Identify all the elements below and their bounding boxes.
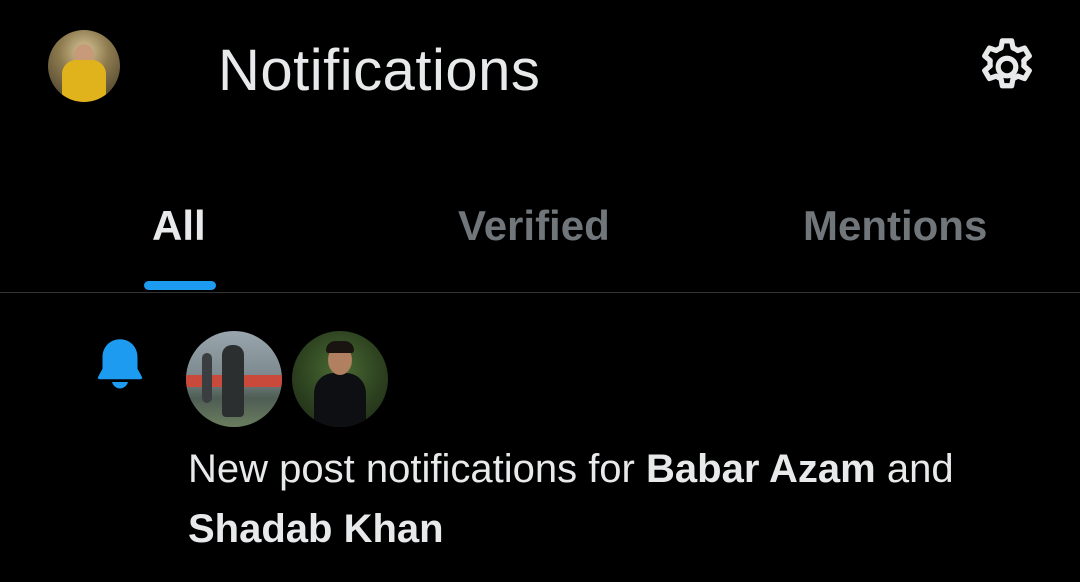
bell-icon <box>97 339 143 389</box>
active-tab-indicator <box>144 281 216 290</box>
profile-avatar[interactable] <box>48 30 120 102</box>
tab-mentions[interactable]: Mentions <box>803 202 987 250</box>
tab-verified[interactable]: Verified <box>458 202 610 250</box>
user-name-2[interactable]: Shadab Khan <box>188 507 444 551</box>
tab-all[interactable]: All <box>152 202 206 250</box>
page-title: Notifications <box>218 38 541 103</box>
avatar-hair-shape <box>326 341 354 353</box>
avatar-suit-shape <box>314 373 366 427</box>
settings-button[interactable] <box>974 34 1040 100</box>
notification-item[interactable]: New post notifications for Babar Azam an… <box>0 293 1080 582</box>
babar-azam-avatar[interactable] <box>186 331 282 427</box>
avatar-shirt-shape <box>62 60 106 102</box>
notification-tabs: All Verified Mentions <box>0 180 1080 292</box>
notification-prefix: New post notifications for <box>188 447 646 491</box>
gear-icon <box>982 38 1032 89</box>
avatar-figure-shape <box>202 353 212 403</box>
notification-text: New post notifications for Babar Azam an… <box>188 439 1048 559</box>
avatar-batsman-shape <box>222 345 244 417</box>
shadab-khan-avatar[interactable] <box>292 331 388 427</box>
user-name-1[interactable]: Babar Azam <box>646 447 876 491</box>
top-bar: Notifications <box>0 0 1080 150</box>
notification-connector: and <box>875 447 954 491</box>
